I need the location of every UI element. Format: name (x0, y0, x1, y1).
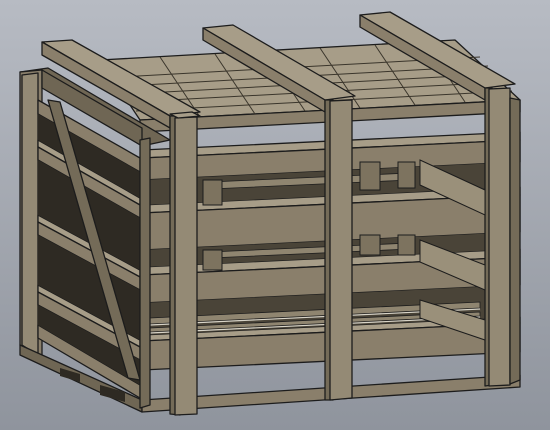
crate-model (0, 0, 550, 430)
cad-viewport[interactable] (0, 0, 550, 430)
